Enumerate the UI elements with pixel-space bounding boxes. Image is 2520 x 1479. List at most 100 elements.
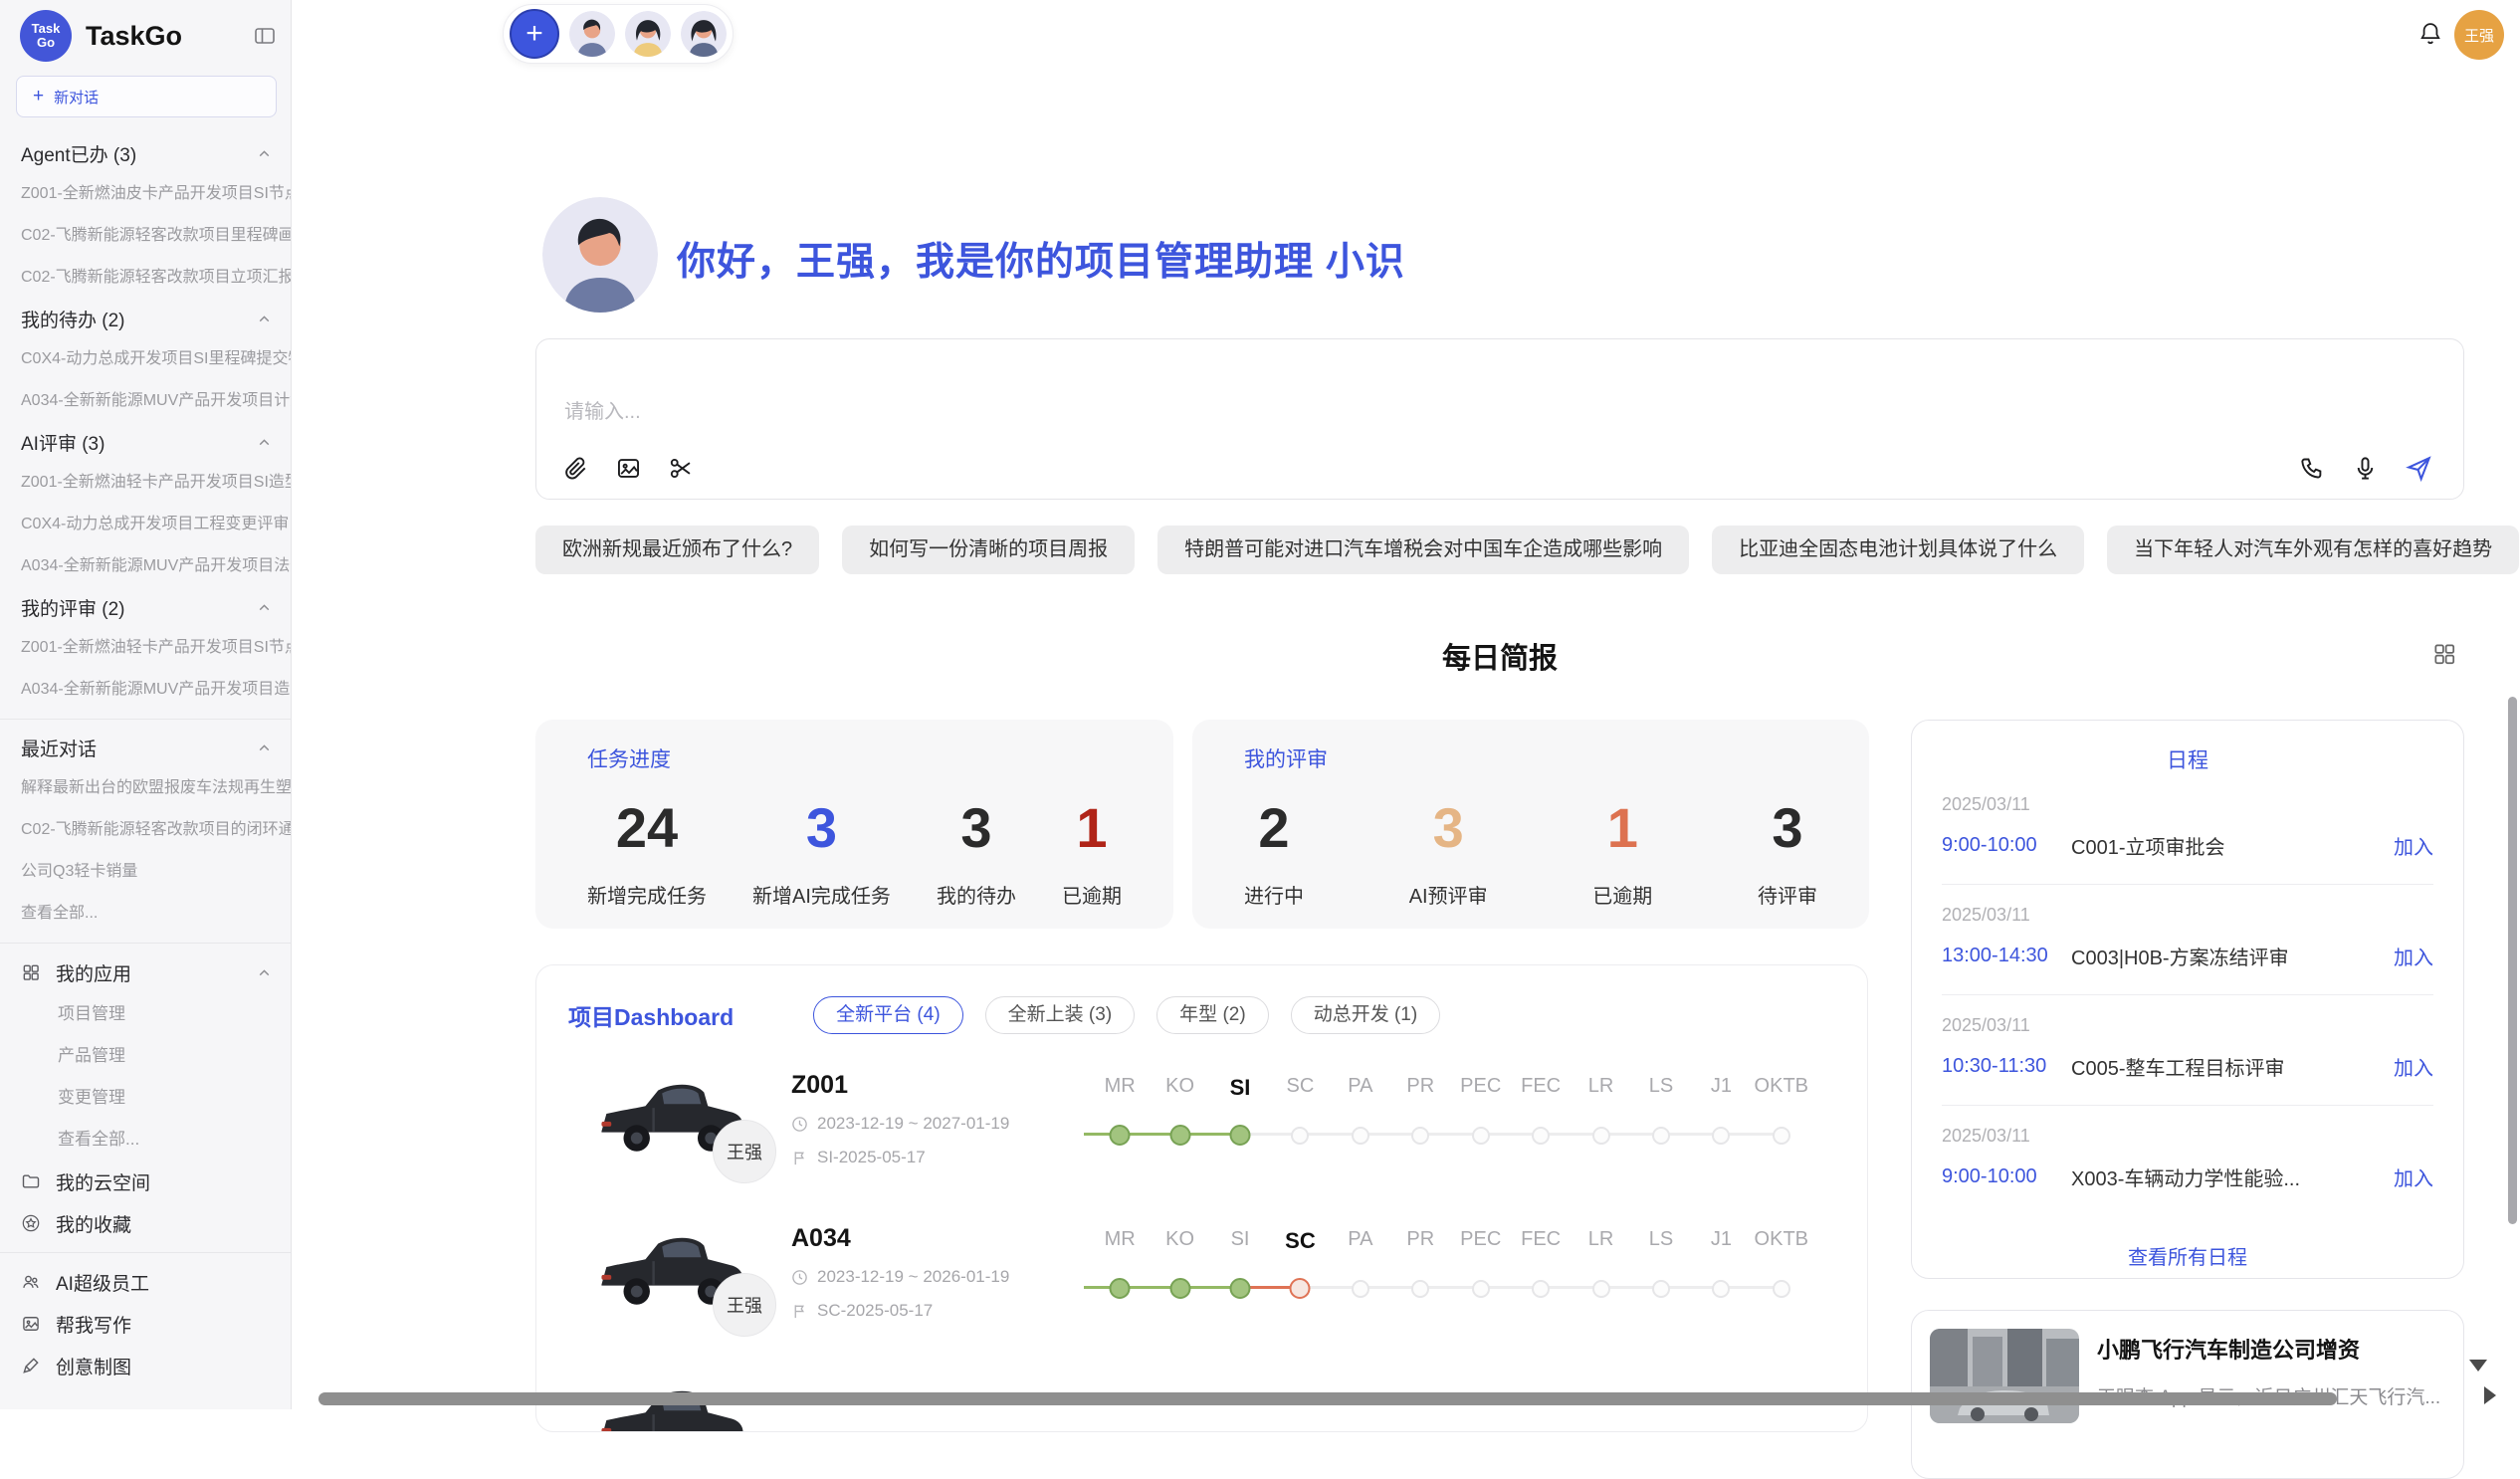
chat-composer xyxy=(535,338,2464,500)
new-chat-button[interactable]: + 新对话 xyxy=(16,76,277,117)
milestone-label: SI xyxy=(1231,1228,1250,1251)
stat-value: 1 xyxy=(1592,795,1652,860)
microphone-icon[interactable] xyxy=(2352,455,2379,482)
recent-chat-item[interactable]: 解释最新出台的欧盟报废车法规再生塑料比例被调至15%... xyxy=(0,767,291,809)
sidebar: Task Go TaskGo + 新对话 Agent已办 (3)Z001-全新燃… xyxy=(0,0,292,1409)
stat-value: 1 xyxy=(1062,795,1122,860)
sidebar-item[interactable]: A034-全新新能源MUV产品开发项目计划变更表编写 xyxy=(0,380,291,422)
stat-label: 已逾期 xyxy=(1062,880,1122,909)
sidebar-item[interactable]: Z001-全新燃油轻卡产品开发项目SI造型提交物评审 xyxy=(0,462,291,504)
milestone-label: PEC xyxy=(1460,1228,1501,1251)
attachment-icon[interactable] xyxy=(562,455,589,482)
suggestion-chip[interactable]: 如何写一份清晰的项目周报 xyxy=(842,526,1135,574)
chevron-up-icon[interactable] xyxy=(256,311,273,327)
sidebar-item[interactable]: Z001-全新燃油皮卡产品开发项目SI节点Lesson Learn报告 xyxy=(0,173,291,215)
view-all-schedule-link[interactable]: 查看所有日程 xyxy=(1942,1241,2433,1270)
chevron-up-icon[interactable] xyxy=(256,740,273,756)
sidebar-tool-item[interactable]: 帮我写作 xyxy=(0,1303,291,1345)
sidebar-item[interactable]: C02-飞腾新能源轻客改款项目立项汇报方案 xyxy=(0,257,291,299)
composer-toolbar xyxy=(536,454,2463,499)
join-button[interactable]: 加入 xyxy=(2394,1162,2433,1191)
section-header[interactable]: 我的评审 (2) xyxy=(0,587,291,627)
image-upload-icon[interactable] xyxy=(615,455,642,482)
filter-pill[interactable]: 全新上装 (3) xyxy=(985,996,1136,1034)
stat-label: 进行中 xyxy=(1244,880,1304,909)
stat-card-title: 我的评审 xyxy=(1244,743,1817,773)
chevron-up-icon[interactable] xyxy=(256,964,273,981)
chat-avatar[interactable] xyxy=(625,11,671,57)
sidebar-item[interactable]: A034-全新新能源MUV产品开发项目造型可行性评审 xyxy=(0,669,291,711)
schedule-name: C005-整车工程目标评审 xyxy=(2071,1052,2394,1081)
owner-avatar: 王强 xyxy=(713,1273,776,1337)
project-car-image: 王强 xyxy=(592,1214,791,1354)
schedule-item: 2025/03/119:00-10:00C001-立项审批会加入 xyxy=(1942,774,2433,885)
sidebar-item[interactable]: Z001-全新燃油轻卡产品开发项目SI节点属性5D文件评审 xyxy=(0,627,291,669)
horizontal-scrollbar[interactable] xyxy=(318,1392,2337,1405)
section-header[interactable]: Agent已办 (3) xyxy=(0,133,291,173)
section-header[interactable]: 我的待办 (2) xyxy=(0,299,291,338)
app-item[interactable]: 项目管理 xyxy=(0,993,291,1035)
join-button[interactable]: 加入 xyxy=(2394,942,2433,970)
milestone-label: LR xyxy=(1588,1075,1614,1098)
table-row[interactable]: 王强A0342023-12-19 ~ 2026-01-19SC-2025-05-… xyxy=(592,1214,1811,1354)
sidebar-item[interactable]: C02-飞腾新能源轻客改款项目里程碑画布 xyxy=(0,215,291,257)
stat-item: 3待评审 xyxy=(1758,795,1817,909)
sidebar-tool-item[interactable]: 创意制图 xyxy=(0,1345,291,1386)
clock-icon xyxy=(791,1269,808,1286)
schedule-row: 9:00-10:00C001-立项审批会加入 xyxy=(1942,831,2433,860)
view-all-link[interactable]: 查看全部... xyxy=(0,1119,291,1161)
suggestion-chip[interactable]: 特朗普可能对进口汽车增税会对中国车企造成哪些影响 xyxy=(1157,526,1689,574)
sidebar-item[interactable]: C0X4-动力总成开发项目SI里程碑提交物检查 xyxy=(0,338,291,380)
recent-chat-item[interactable]: C02-飞腾新能源轻客改款项目的闭环通告反馈情况 xyxy=(0,809,291,851)
filter-pill[interactable]: 动总开发 (1) xyxy=(1291,996,1441,1034)
scroll-right-arrow[interactable] xyxy=(2484,1386,2496,1404)
notification-bell-icon[interactable] xyxy=(2416,20,2444,48)
filter-pill[interactable]: 全新平台 (4) xyxy=(813,996,963,1034)
chevron-up-icon[interactable] xyxy=(256,599,273,616)
milestone-dot xyxy=(1773,1127,1790,1145)
suggestion-chip[interactable]: 欧洲新规最近颁布了什么? xyxy=(535,526,819,574)
app-item[interactable]: 产品管理 xyxy=(0,1035,291,1077)
suggestion-chip[interactable]: 当下年轻人对汽车外观有怎样的喜好趋势 xyxy=(2107,526,2519,574)
table-row[interactable]: 王强Z0012023-12-19 ~ 2027-01-19SI-2025-05-… xyxy=(592,1061,1811,1200)
recent-chat-item[interactable]: 公司Q3轻卡销量 xyxy=(0,851,291,893)
stat-label: 待评审 xyxy=(1758,880,1817,909)
join-button[interactable]: 加入 xyxy=(2394,831,2433,860)
sidebar-item[interactable]: A034-全新新能源MUV产品开发项目法规符合性评审 xyxy=(0,545,291,587)
sidebar-item[interactable]: C0X4-动力总成开发项目工程变更评审 xyxy=(0,504,291,545)
sidebar-item-star[interactable]: 我的收藏 xyxy=(0,1202,291,1244)
section-header[interactable]: 最近对话 xyxy=(0,728,291,767)
scroll-down-arrow[interactable] xyxy=(2469,1360,2487,1372)
chat-avatar[interactable] xyxy=(569,11,615,57)
stat-item: 1已逾期 xyxy=(1592,795,1652,909)
section-header[interactable]: AI评审 (3) xyxy=(0,422,291,462)
sidebar-item-my-apps[interactable]: 我的应用 xyxy=(0,951,291,993)
tool-label: 帮我写作 xyxy=(56,1311,131,1338)
milestone-dot xyxy=(1230,1125,1251,1146)
layout-grid-icon[interactable] xyxy=(2431,641,2457,667)
milestone-track: MRKOSISCPAPRPECFECLRLSJ1OKTB xyxy=(1090,1067,1811,1200)
send-icon[interactable] xyxy=(2405,454,2433,483)
suggestion-chip[interactable]: 比亚迪全固态电池计划具体说了什么 xyxy=(1712,526,2084,574)
scissors-icon[interactable] xyxy=(668,455,695,482)
filter-pill[interactable]: 年型 (2) xyxy=(1156,996,1269,1034)
app-item[interactable]: 变更管理 xyxy=(0,1077,291,1119)
link-label: 我的云空间 xyxy=(56,1168,150,1195)
sidebar-collapse-icon[interactable] xyxy=(253,24,277,48)
schedule-row: 13:00-14:30C003|H0B-方案冻结评审加入 xyxy=(1942,942,2433,970)
clock-icon xyxy=(791,1116,808,1133)
sidebar-item-folder[interactable]: 我的云空间 xyxy=(0,1161,291,1202)
user-avatar[interactable]: 王强 xyxy=(2454,10,2504,60)
view-all-link[interactable]: 查看全部... xyxy=(0,893,291,935)
chevron-up-icon[interactable] xyxy=(256,145,273,162)
phone-icon[interactable] xyxy=(2299,455,2326,482)
chevron-up-icon[interactable] xyxy=(256,434,273,451)
chat-input[interactable] xyxy=(536,339,2463,454)
chat-avatar[interactable] xyxy=(681,11,727,57)
sidebar-tool-item[interactable]: AI超级员工 xyxy=(0,1261,291,1303)
new-session-button[interactable]: + xyxy=(510,9,559,59)
vertical-scrollbar[interactable] xyxy=(2508,697,2517,1224)
milestone-dot xyxy=(1532,1280,1550,1298)
stat-label: 新增AI完成任务 xyxy=(752,880,891,909)
join-button[interactable]: 加入 xyxy=(2394,1052,2433,1081)
